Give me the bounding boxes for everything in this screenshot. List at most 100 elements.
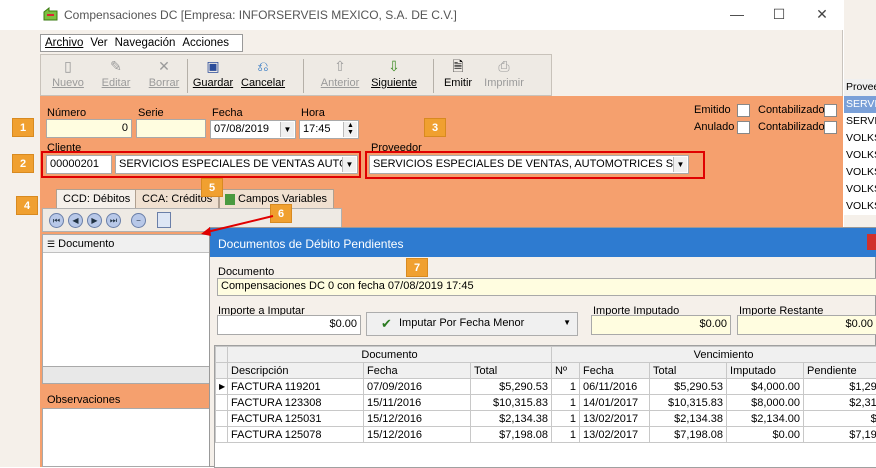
- borrar-button[interactable]: ✕ Borrar: [147, 57, 181, 95]
- menu-ver[interactable]: Ver: [86, 35, 110, 49]
- siguiente-button[interactable]: ⇩ Siguiente: [367, 57, 421, 95]
- cancel-icon: ⎌: [253, 58, 273, 74]
- col-descripcion[interactable]: Descripción: [228, 363, 364, 379]
- arrow-up-icon: ⇧: [330, 58, 350, 74]
- grid-footer: [42, 366, 222, 384]
- window-title: Compensaciones DC [Empresa: INFORSERVEIS…: [64, 8, 457, 22]
- right-list-item[interactable]: SERVIC: [844, 113, 876, 130]
- contabilizado2-checkbox[interactable]: [824, 121, 837, 134]
- numero-label: Número: [47, 107, 86, 119]
- anulado-label: Anulado: [694, 121, 734, 133]
- importe-restante-field: $0.00: [737, 315, 876, 335]
- importe-imputar-field[interactable]: $0.00: [217, 315, 361, 335]
- col-imputado[interactable]: Imputado: [727, 363, 804, 379]
- col-total[interactable]: Total: [471, 363, 552, 379]
- documento-field: Compensaciones DC 0 con fecha 07/08/2019…: [217, 278, 876, 296]
- toolbar: ▯ Nuevo ✎ Editar ✕ Borrar ▣ Guardar ⎌ Ca…: [40, 54, 552, 96]
- col-fecha[interactable]: Fecha: [364, 363, 471, 379]
- contabilizado1-label: Contabilizado: [758, 104, 825, 116]
- right-list-item[interactable]: VOLKS: [844, 181, 876, 198]
- anulado-checkbox[interactable]: [737, 121, 750, 134]
- right-list-item[interactable]: SERVIC: [844, 96, 876, 113]
- observaciones-label: Observaciones: [47, 394, 120, 406]
- col-fecha-venc[interactable]: Fecha: [580, 363, 650, 379]
- imprimir-button[interactable]: ⎙ Imprimir: [481, 57, 527, 95]
- checkmark-icon: ✔: [381, 316, 392, 332]
- marker-2: 2: [12, 154, 34, 173]
- save-icon: ▣: [203, 58, 223, 74]
- right-list-header: Provee: [844, 79, 876, 96]
- tab-debitos[interactable]: CCD: Débitos: [56, 189, 137, 209]
- col-pendiente[interactable]: Pendiente: [804, 363, 876, 379]
- fecha-field[interactable]: 07/08/2019 ▼: [210, 120, 296, 139]
- editar-button[interactable]: ✎ Editar: [99, 57, 133, 95]
- menu-acciones[interactable]: Acciones: [178, 35, 232, 49]
- importe-imputado-field: $0.00: [591, 315, 731, 335]
- table-row[interactable]: FACTURA 12507815/12/2016$7,198.08 113/02…: [216, 427, 876, 443]
- marker-5: 5: [201, 178, 223, 197]
- next-record-icon[interactable]: ▶: [87, 213, 102, 228]
- fecha-label: Fecha: [212, 107, 243, 119]
- right-list-item[interactable]: VOLKS: [844, 198, 876, 215]
- chevron-down-icon[interactable]: ▼: [280, 122, 294, 137]
- right-list-item[interactable]: VOLKS: [844, 147, 876, 164]
- minimize-button[interactable]: —: [727, 6, 747, 22]
- serie-field[interactable]: [136, 119, 206, 138]
- serie-label: Serie: [138, 107, 164, 119]
- menu-bar: ArchivoVerNavegaciónAcciones: [40, 34, 243, 52]
- title-bar: Compensaciones DC [Empresa: INFORSERVEIS…: [0, 0, 843, 30]
- menu-navegacion[interactable]: Navegación: [111, 35, 179, 49]
- first-record-icon[interactable]: ⏮: [49, 213, 64, 228]
- marker-4: 4: [16, 196, 38, 215]
- guardar-button[interactable]: ▣ Guardar: [191, 57, 235, 95]
- cancelar-button[interactable]: ⎌ Cancelar: [241, 57, 285, 95]
- prev-record-icon[interactable]: ◀: [68, 213, 83, 228]
- menu-archivo[interactable]: Archivo: [41, 35, 86, 49]
- hora-label: Hora: [301, 107, 325, 119]
- hora-field[interactable]: 17:45 ▲▼: [299, 120, 359, 139]
- delete-icon: ✕: [154, 58, 174, 74]
- pointer-arrow: [195, 210, 280, 240]
- group-documento-header: Documento: [228, 347, 552, 363]
- proveedor-highlight: [365, 151, 705, 179]
- maximize-button[interactable]: ☐: [769, 6, 789, 23]
- spinner-icon[interactable]: ▲▼: [343, 122, 357, 137]
- pending-debits-dialog: Documentos de Débito Pendientes Document…: [209, 227, 876, 467]
- dialog-close-button[interactable]: [867, 234, 876, 250]
- edit-icon: ✎: [106, 58, 126, 74]
- col-total-venc[interactable]: Total: [650, 363, 727, 379]
- arrow-down-icon: ⇩: [384, 58, 404, 74]
- table-row[interactable]: FACTURA 12330815/11/2016$10,315.83 114/0…: [216, 395, 876, 411]
- emitir-button[interactable]: 🗎 Emitir: [439, 57, 477, 95]
- nuevo-button[interactable]: ▯ Nuevo: [51, 57, 85, 95]
- table-icon: [225, 194, 235, 205]
- marker-3: 3: [424, 118, 446, 137]
- right-list-item[interactable]: VOLKS: [844, 130, 876, 147]
- observaciones-field[interactable]: [42, 408, 222, 467]
- col-numero[interactable]: Nº: [552, 363, 580, 379]
- chevron-down-icon[interactable]: ▼: [563, 318, 571, 327]
- printer-icon: ⎙: [494, 58, 514, 74]
- app-icon: [43, 7, 59, 21]
- documento-label: Documento: [218, 266, 274, 278]
- document-icon: 🗎: [448, 58, 468, 74]
- numero-field[interactable]: 0: [46, 119, 132, 138]
- right-list-item[interactable]: VOLKS: [844, 164, 876, 181]
- row-selector-icon: ▶: [216, 379, 228, 395]
- close-button[interactable]: ✕: [812, 6, 832, 23]
- documentos-grid: ☰ Documento: [42, 234, 222, 384]
- contabilizado2-label: Contabilizado: [758, 121, 825, 133]
- imputar-fecha-menor-button[interactable]: ✔ Imputar Por Fecha Menor ▼: [366, 312, 578, 336]
- table-row[interactable]: FACTURA 12503115/12/2016$2,134.38 113/02…: [216, 411, 876, 427]
- table-row[interactable]: ▶ FACTURA 11920107/09/2016$5,290.53 106/…: [216, 379, 876, 395]
- last-record-icon[interactable]: ⏭: [106, 213, 121, 228]
- delete-record-icon[interactable]: −: [131, 213, 146, 228]
- search-document-icon[interactable]: [157, 212, 171, 228]
- cliente-highlight: [41, 151, 361, 178]
- marker-1: 1: [12, 118, 34, 137]
- new-document-icon: ▯: [58, 58, 78, 74]
- anterior-button[interactable]: ⇧ Anterior: [317, 57, 363, 95]
- group-vencimiento-header: Vencimiento: [552, 347, 876, 363]
- emitido-checkbox[interactable]: [737, 104, 750, 117]
- contabilizado1-checkbox[interactable]: [824, 104, 837, 117]
